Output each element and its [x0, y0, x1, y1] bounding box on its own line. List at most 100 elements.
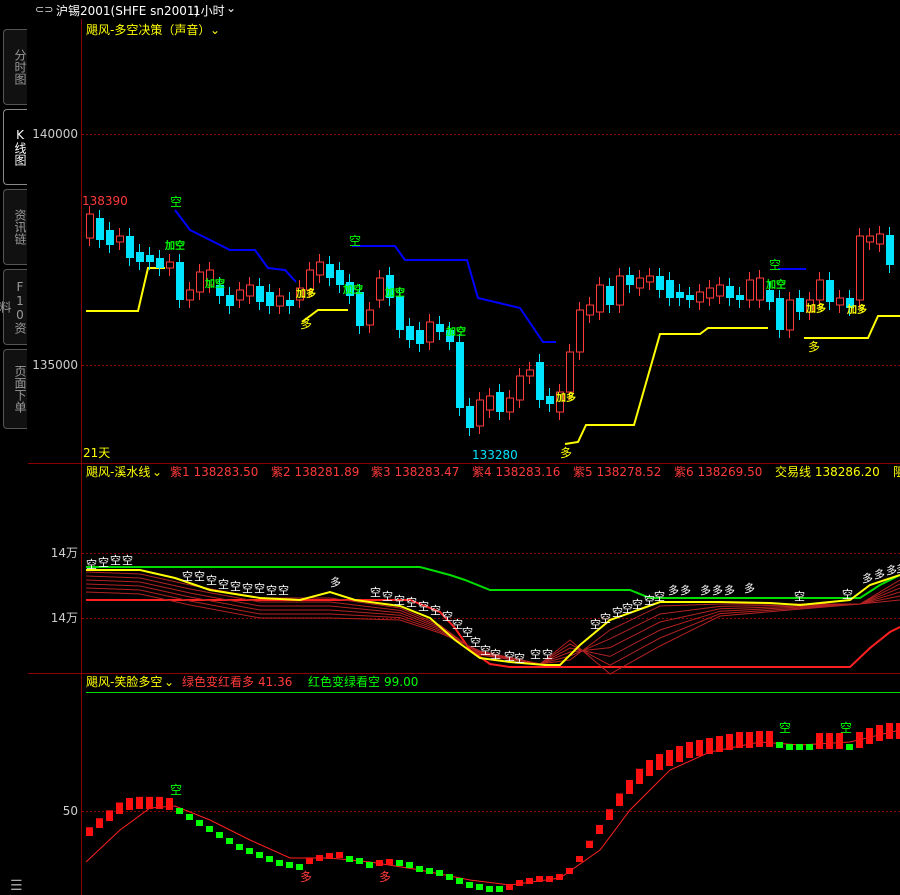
- smile-bar: [676, 746, 683, 762]
- extra-label: 阻: [893, 465, 900, 479]
- smile-bar: [216, 832, 223, 838]
- candle-body: [666, 280, 674, 298]
- candle-body: [836, 297, 844, 306]
- candle-body: [146, 255, 154, 262]
- red-to-green-label: 红色变绿看空: [308, 674, 380, 689]
- candle-body: [606, 286, 614, 305]
- signal-label: 空: [170, 783, 182, 797]
- down-mark: 空: [182, 569, 193, 583]
- candle-body: [436, 324, 444, 332]
- down-mark: 空: [490, 647, 501, 661]
- down-mark: 空: [230, 579, 241, 593]
- chevron-down-icon[interactable]: ⌄: [152, 465, 162, 479]
- smile-bar: [546, 876, 553, 882]
- signal-label: 多: [300, 317, 312, 331]
- smile-bar: [846, 744, 853, 750]
- down-mark: 空: [218, 577, 229, 591]
- panel1-title[interactable]: 飓风-多空决策（声音）: [86, 22, 210, 37]
- down-mark: 空: [430, 603, 441, 617]
- down-mark: 空: [514, 651, 525, 665]
- down-mark: 空: [654, 589, 665, 603]
- candle-body: [136, 252, 144, 262]
- smile-bar: [656, 754, 663, 770]
- candle-body: [366, 309, 374, 326]
- period-label[interactable]: 1小时: [193, 2, 225, 19]
- y-tick: 50: [63, 804, 78, 818]
- smile-bar: [816, 733, 823, 749]
- smile-bar: [166, 798, 173, 810]
- signal-label: 加空: [204, 277, 225, 290]
- candle-body: [626, 275, 634, 285]
- smile-bar: [726, 734, 733, 750]
- candle-body: [756, 277, 764, 301]
- down-mark: 空: [394, 593, 405, 607]
- smile-bar: [356, 858, 363, 864]
- panel3-title[interactable]: 飓风-笑脸多空: [86, 674, 162, 689]
- days-label: 21天: [83, 446, 110, 460]
- candle-body: [636, 277, 644, 289]
- candle-body: [506, 397, 514, 413]
- smile-bar: [126, 798, 133, 810]
- smile-bar: [646, 760, 653, 776]
- down-mark: 空: [794, 589, 805, 603]
- smile-bar: [246, 848, 253, 854]
- candle-body: [176, 262, 184, 300]
- chevron-down-icon[interactable]: ⌄: [164, 675, 174, 689]
- smile-bar: [516, 880, 523, 886]
- candle-body: [356, 292, 364, 326]
- candle-body: [566, 351, 574, 393]
- candle-body: [616, 275, 624, 306]
- candle-body: [236, 289, 244, 301]
- up-mark: 多: [712, 583, 723, 597]
- smile-bar: [286, 862, 293, 868]
- signal-label: 加空: [342, 283, 363, 296]
- down-mark: 空: [600, 611, 611, 625]
- smile-bar: [86, 827, 93, 836]
- candle-body: [426, 321, 434, 343]
- up-mark: 多: [896, 561, 900, 575]
- link-icon[interactable]: ⊂⊃: [35, 3, 53, 16]
- down-mark: 空: [842, 587, 853, 601]
- candle-body: [246, 284, 254, 297]
- smile-bar: [106, 810, 113, 821]
- smile-bar: [886, 723, 893, 739]
- smile-bar: [136, 796, 143, 809]
- indicator-value: 紫4 138283.16: [472, 465, 560, 479]
- chevron-down-icon[interactable]: ⌄: [226, 1, 236, 15]
- candle-body: [816, 279, 824, 301]
- smile-bar: [596, 825, 603, 834]
- smile-bar: [556, 874, 563, 880]
- candle-body: [886, 235, 894, 265]
- candle-body: [226, 295, 234, 306]
- smile-bar: [426, 868, 433, 874]
- chart-area[interactable]: 飓风-多空决策（声音） ⌄ 140000 135000 138390 13328…: [0, 19, 900, 895]
- smile-bar: [196, 820, 203, 826]
- symbol-label[interactable]: 沪锡2001(SHFE sn2001): [56, 2, 199, 19]
- candle-body: [286, 300, 294, 306]
- red-to-green-value: 99.00: [384, 675, 418, 689]
- candle-body: [826, 280, 834, 302]
- smile-bar: [206, 826, 213, 832]
- smile-bar: [796, 744, 803, 750]
- smile-bar: [706, 738, 713, 754]
- smile-bar: [786, 744, 793, 750]
- smile-bar: [476, 884, 483, 890]
- support-line: [804, 315, 900, 339]
- smile-bar: [256, 852, 263, 858]
- smile-bar: [666, 750, 673, 766]
- candle-body: [106, 230, 114, 245]
- signal-label: 加多: [846, 303, 867, 316]
- candle-body: [526, 369, 534, 377]
- panel2-title[interactable]: 飓风-溪水线: [86, 465, 150, 479]
- candle-body: [716, 284, 724, 297]
- candle-body: [676, 292, 684, 298]
- smile-bar: [756, 731, 763, 747]
- candle-body: [486, 395, 494, 411]
- smile-bar: [386, 859, 393, 865]
- indicator-value: 紫5 138278.52: [573, 465, 661, 479]
- candle-body: [726, 286, 734, 298]
- candle-body: [596, 284, 604, 313]
- smile-bar: [616, 793, 623, 806]
- smile-bar: [776, 742, 783, 748]
- chevron-down-icon[interactable]: ⌄: [210, 23, 220, 37]
